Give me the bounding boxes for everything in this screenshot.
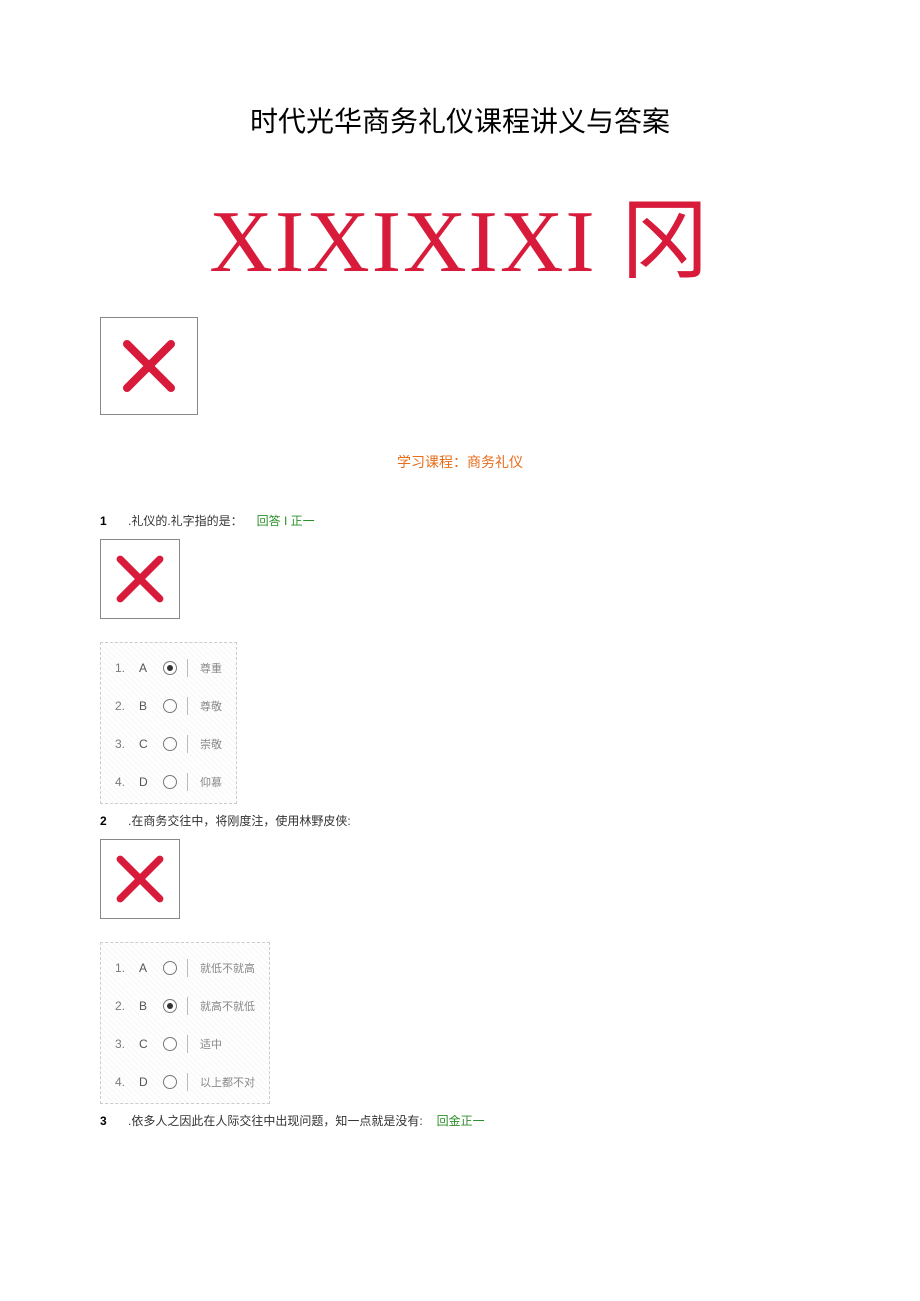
option-row[interactable]: 3. C 适中	[111, 1025, 259, 1063]
option-index: 2.	[115, 999, 129, 1013]
option-label: 以上都不对	[200, 1074, 255, 1090]
question-number: 2	[100, 814, 114, 828]
option-letter: A	[139, 661, 153, 675]
red-x-box-top	[100, 317, 198, 415]
radio-icon[interactable]	[163, 737, 177, 751]
red-x-box	[100, 839, 180, 919]
option-index: 4.	[115, 1075, 129, 1089]
option-letter: B	[139, 699, 153, 713]
option-letter: A	[139, 961, 153, 975]
option-letter: D	[139, 775, 153, 789]
document-title: 时代光华商务礼仪课程讲义与答案	[100, 100, 820, 140]
option-letter: B	[139, 999, 153, 1013]
question-text: .在商务交往中，将刚度注，使用林野皮侠:	[128, 812, 351, 829]
question-text: .依多人之因此在人际交往中出现问题，知一点就是没有:	[128, 1112, 423, 1129]
radio-icon[interactable]	[163, 999, 177, 1013]
option-row[interactable]: 2. B 就高不就低	[111, 987, 259, 1025]
question-block: 2 .在商务交往中，将刚度注，使用林野皮侠: 1. A 就低不就高 2. B 就高不就低 3. C…	[100, 812, 820, 1104]
option-index: 1.	[115, 961, 129, 975]
option-letter: D	[139, 1075, 153, 1089]
divider	[187, 1073, 188, 1091]
option-label: 就高不就低	[200, 998, 255, 1014]
question-block: 1 .礼仪的.礼字指的是： 回答 I 正一 1. A 尊重 2. B 尊敬 3. C 崇敬 4. D 仰慕	[100, 512, 820, 804]
options-list: 1. A 尊重 2. B 尊敬 3. C 崇敬 4. D 仰慕	[100, 642, 237, 804]
option-label: 尊敬	[200, 698, 222, 714]
question-text: .礼仪的.礼字指的是：	[128, 512, 243, 529]
option-row[interactable]: 1. A 就低不就高	[111, 949, 259, 987]
option-label: 就低不就高	[200, 960, 255, 976]
option-index: 3.	[115, 1037, 129, 1051]
option-row[interactable]: 3. C 崇敬	[111, 725, 226, 763]
option-letter: C	[139, 737, 153, 751]
divider	[187, 959, 188, 977]
divider	[187, 773, 188, 791]
option-row[interactable]: 4. D 仰慕	[111, 763, 226, 801]
x-icon	[113, 552, 167, 606]
question-row: 3 .依多人之因此在人际交往中出现问题，知一点就是没有: 回金正一	[100, 1112, 820, 1129]
radio-icon[interactable]	[163, 661, 177, 675]
option-index: 2.	[115, 699, 129, 713]
option-index: 3.	[115, 737, 129, 751]
radio-icon[interactable]	[163, 1075, 177, 1089]
option-label: 适中	[200, 1036, 222, 1052]
options-list: 1. A 就低不就高 2. B 就高不就低 3. C 适中 4. D 以上都不对	[100, 942, 270, 1104]
x-icon	[119, 336, 179, 396]
divider	[187, 659, 188, 677]
divider	[187, 997, 188, 1015]
question-row: 1 .礼仪的.礼字指的是： 回答 I 正一	[100, 512, 820, 529]
course-line: 学习课程：商务礼仪	[100, 452, 820, 472]
question-number: 1	[100, 514, 114, 528]
option-row[interactable]: 4. D 以上都不对	[111, 1063, 259, 1101]
option-row[interactable]: 2. B 尊敬	[111, 687, 226, 725]
radio-icon[interactable]	[163, 961, 177, 975]
option-letter: C	[139, 1037, 153, 1051]
question-feedback: 回答 I 正一	[257, 512, 315, 529]
radio-icon[interactable]	[163, 1037, 177, 1051]
big-red-heading: XIXIXIXI 冈	[100, 170, 820, 297]
question-feedback: 回金正一	[437, 1112, 485, 1129]
option-label: 尊重	[200, 660, 222, 676]
question-number: 3	[100, 1114, 114, 1128]
option-index: 4.	[115, 775, 129, 789]
divider	[187, 735, 188, 753]
divider	[187, 697, 188, 715]
questions-container: 1 .礼仪的.礼字指的是： 回答 I 正一 1. A 尊重 2. B 尊敬 3. C 崇敬 4. D 仰慕 2…	[100, 512, 820, 1129]
question-row: 2 .在商务交往中，将刚度注，使用林野皮侠:	[100, 812, 820, 829]
option-row[interactable]: 1. A 尊重	[111, 649, 226, 687]
question-block: 3 .依多人之因此在人际交往中出现问题，知一点就是没有: 回金正一	[100, 1112, 820, 1129]
red-x-box	[100, 539, 180, 619]
x-icon	[113, 852, 167, 906]
option-index: 1.	[115, 661, 129, 675]
divider	[187, 1035, 188, 1053]
option-label: 崇敬	[200, 736, 222, 752]
document-page: 时代光华商务礼仪课程讲义与答案 XIXIXIXI 冈 学习课程：商务礼仪 1 .礼…	[0, 0, 920, 1179]
radio-icon[interactable]	[163, 699, 177, 713]
option-label: 仰慕	[200, 774, 222, 790]
radio-icon[interactable]	[163, 775, 177, 789]
